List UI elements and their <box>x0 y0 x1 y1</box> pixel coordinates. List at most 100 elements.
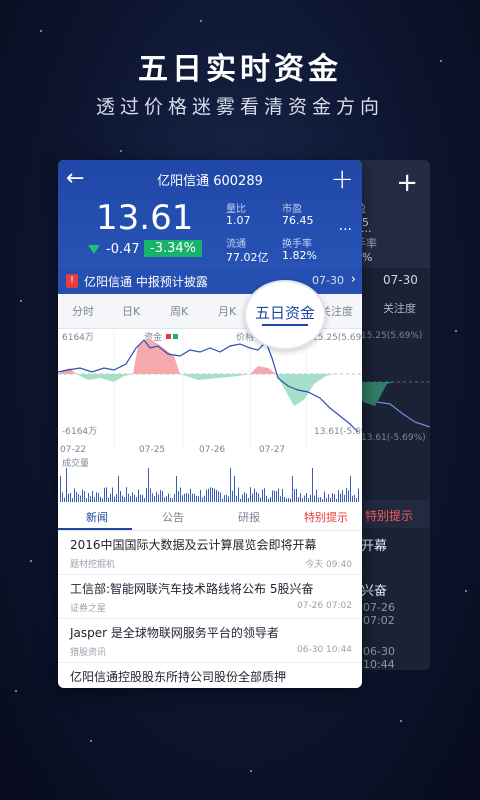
y-bottom-label: -6164万 <box>62 427 97 437</box>
volume-bar <box>300 493 301 502</box>
volume-bar <box>168 493 169 502</box>
more-icon: ... <box>361 222 372 235</box>
volume-bar <box>312 468 313 502</box>
volume-bar <box>158 494 159 502</box>
five-day-fund-tab-highlight[interactable]: 五日资金 <box>244 280 326 350</box>
volume-bar <box>272 490 273 502</box>
volume-bar <box>254 488 255 502</box>
volume-bar <box>346 487 347 502</box>
volume-bar <box>338 489 339 502</box>
secondary-card: + 盈 45 手率 2% ... 07-30 关注度 15.25(5.69%) … <box>355 160 430 670</box>
tab-monthly-k[interactable]: 月K <box>218 303 236 319</box>
volume-bar <box>60 476 61 502</box>
tab-news[interactable]: 新闻 <box>86 509 108 525</box>
news-date: 今天 09:40 <box>305 560 352 570</box>
volume-bar <box>92 490 93 502</box>
volume-bar <box>112 487 113 502</box>
volume-bar <box>88 493 89 502</box>
volume-bar <box>344 494 345 502</box>
volume-bar <box>152 493 153 502</box>
volume-bars <box>60 468 359 502</box>
price-line <box>58 339 359 433</box>
news-item[interactable]: 工信部:智能网联汽车技术路线将公布 5股兴奋 证券之星 07-26 07:02 <box>58 574 362 619</box>
volume-bar <box>106 487 107 502</box>
volume-bar <box>186 493 187 502</box>
volume-bar <box>156 491 157 502</box>
volume-bar <box>120 490 121 502</box>
active-tab-underline <box>262 324 308 326</box>
volume-bar <box>242 494 243 502</box>
volume-bar <box>132 492 133 502</box>
x-label: 07-26 <box>199 445 225 455</box>
volume-bar <box>70 492 71 502</box>
volume-bar <box>324 491 325 502</box>
volume-bar <box>74 488 75 502</box>
stat-label: 流通 <box>226 239 246 250</box>
news-item[interactable]: 亿阳信通控股股东所持公司股份全部质押 <box>58 662 362 688</box>
price-top-label: 15.25(5.69%) <box>361 331 422 341</box>
stat-value: 76.45 <box>282 214 314 227</box>
volume-bar <box>116 493 117 502</box>
tab-special-notice[interactable]: 特别提示 <box>304 509 348 525</box>
volume-bar <box>162 491 163 502</box>
tab-daily-k[interactable]: 日K <box>122 303 140 319</box>
volume-bar <box>276 491 277 502</box>
volume-bar <box>208 488 209 502</box>
stat-value: 1.82% <box>282 249 317 262</box>
news-item[interactable]: 2016中国国际大数据及云计算展览会即将开幕 题材挖掘机 今天 09:40 <box>58 530 362 575</box>
news-fragment: 兴奋 <box>361 584 388 599</box>
fund-legend-green <box>173 334 178 339</box>
volume-bar <box>68 493 69 502</box>
more-icon[interactable]: ... <box>339 218 352 234</box>
price-bottom-label: 13.61(-5.69%) <box>361 433 426 443</box>
tab-weekly-k[interactable]: 周K <box>170 303 188 319</box>
tab-five-day-fund[interactable]: 五日资金 <box>246 302 324 323</box>
volume-bar <box>214 488 215 502</box>
volume-bar <box>206 489 207 502</box>
news-item[interactable]: Jasper 是全球物联网服务平台的领导者 猎股资讯 06-30 10:44 <box>58 618 362 663</box>
volume-bar <box>232 490 233 502</box>
news-source: 题材挖掘机 <box>70 560 116 570</box>
volume-bar <box>256 491 257 502</box>
volume-bar <box>358 488 359 502</box>
volume-bar <box>258 493 259 502</box>
stat-label: 市盈 <box>282 204 302 215</box>
volume-bar <box>218 491 219 502</box>
fund-outflow-area <box>276 374 334 406</box>
alert-date: 07-30 <box>383 273 418 287</box>
volume-bar <box>220 492 221 502</box>
fund-inflow-area <box>250 366 276 374</box>
volume-bar <box>292 476 293 502</box>
volume-bar <box>310 494 311 502</box>
tab-announcements[interactable]: 公告 <box>162 509 184 525</box>
y-top-right-label: 15.25(5.69%) <box>312 333 362 343</box>
volume-bar <box>190 488 191 502</box>
news-date-fragment: 06-30 10:44 <box>363 645 395 670</box>
volume-bar <box>342 490 343 502</box>
volume-bar <box>334 494 335 502</box>
volume-bar <box>194 493 195 502</box>
volume-bar <box>128 493 129 502</box>
volume-bar <box>160 489 161 502</box>
y-bottom-right-label: 13.61(-5.69%) <box>314 427 362 437</box>
fund-outflow-area <box>180 374 250 380</box>
volume-bar <box>134 495 135 502</box>
tab-intraday[interactable]: 分时 <box>72 303 94 319</box>
volume-bar <box>282 489 283 502</box>
alert-bar[interactable]: ! 亿阳信通 中报预计披露 07-30 › <box>58 268 362 294</box>
volume-bar <box>264 488 265 502</box>
volume-bar <box>84 491 85 502</box>
volume-bar <box>118 476 119 502</box>
volume-bar <box>274 490 275 502</box>
volume-bar <box>148 468 149 502</box>
stock-title: 亿阳信通 600289 <box>157 174 263 189</box>
volume-bar <box>278 488 279 502</box>
alert-icon: ! <box>66 274 78 288</box>
volume-bar <box>146 487 147 502</box>
add-watchlist-icon[interactable]: + <box>331 162 354 195</box>
tab-research[interactable]: 研报 <box>238 509 260 525</box>
stat-value: 1.07 <box>226 214 251 227</box>
volume-bar <box>104 487 105 502</box>
volume-bar <box>174 494 175 502</box>
stock-header: ← 亿阳信通 600289 + 13.61 -0.47 -3.34% 量比 1.… <box>58 160 362 294</box>
